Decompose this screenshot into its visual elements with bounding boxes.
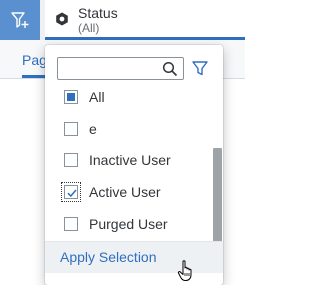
hexagon-status-icon	[56, 12, 68, 26]
list-item-e[interactable]: e	[45, 113, 213, 145]
checkbox[interactable]	[64, 122, 78, 136]
checkbox[interactable]	[64, 153, 78, 167]
add-filter-icon	[11, 12, 29, 28]
list-item-label: Inactive User	[89, 152, 171, 168]
list-item-label: e	[89, 121, 97, 137]
list-item-label: Purged User	[89, 216, 168, 232]
list-item-label: Active User	[89, 184, 161, 200]
add-filter-button[interactable]	[0, 0, 40, 40]
checkbox[interactable]	[64, 217, 78, 231]
checkbox-partial[interactable]	[64, 90, 78, 104]
list-item-label: All	[89, 89, 105, 105]
apply-selection-button[interactable]: Apply Selection	[45, 241, 223, 273]
checkbox-checked[interactable]	[61, 182, 81, 202]
list-item-inactive-user[interactable]: Inactive User	[45, 144, 213, 176]
list-item-purged-user[interactable]: Purged User	[45, 208, 213, 240]
tab-page[interactable]: Pag	[22, 52, 47, 68]
search-input[interactable]	[57, 57, 184, 80]
status-filter-title: Status	[78, 5, 118, 21]
check-icon	[67, 189, 77, 198]
search-icon[interactable]	[162, 61, 178, 77]
status-filter-popover: All e Inactive User Active User Purged U…	[45, 45, 223, 285]
status-filter-value: (All)	[78, 21, 100, 35]
hand-cursor-icon	[177, 260, 192, 281]
list-item-active-user[interactable]: Active User	[45, 176, 213, 208]
apply-selection-label: Apply Selection	[60, 249, 157, 265]
status-filter[interactable]: Status (All)	[45, 0, 245, 40]
filter-icon[interactable]	[191, 59, 209, 77]
list-item-all[interactable]: All	[45, 81, 213, 113]
list-scrollbar[interactable]	[213, 148, 222, 242]
